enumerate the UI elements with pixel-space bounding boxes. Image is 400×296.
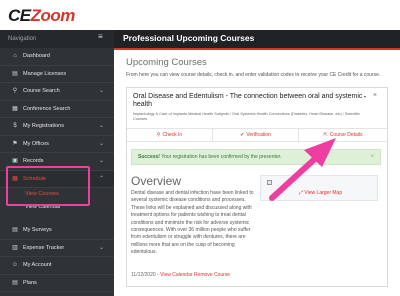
sidebar-header: Navigation ≡ (0, 30, 114, 48)
sidebar-item-expense-tracker[interactable]: ▥ Expense Tracker ⌄ (0, 240, 114, 257)
license-icon: ▤ (12, 70, 18, 77)
expand-icon: ⤢ (299, 190, 304, 196)
page-title: Upcoming Courses (126, 57, 207, 68)
survey-icon: ▤ (12, 227, 18, 233)
chevron-down-icon: ⌄ (98, 140, 104, 147)
calendar-icon: ▦ (12, 175, 18, 182)
sidebar-item-my-account[interactable]: ☺ My Account (0, 257, 114, 275)
overview-text: Dental disease and dental infection have… (131, 190, 254, 256)
course-actions: ⚲ Check In ✔ Verification ⇱ Course Details (127, 128, 387, 142)
sidebar-item-records[interactable]: ▣ Records ⌄ (0, 153, 114, 171)
sidebar-item-my-surveys[interactable]: ▤ My Surveys (0, 222, 114, 240)
close-icon[interactable]: × (370, 150, 374, 164)
sidebar-subitem-view-calendar[interactable]: View Calendar (0, 201, 114, 214)
close-icon[interactable]: × (373, 92, 377, 99)
map-marker-icon: ⚲ (156, 132, 161, 138)
course-title: Oral Disease and Edentulism - The connec… (133, 93, 363, 109)
course-details-button[interactable]: ⇱ Course Details (299, 129, 387, 142)
view-larger-map-link[interactable]: ⤢ View Larger Map (299, 190, 342, 196)
expense-icon: ▥ (12, 244, 18, 251)
course-footer: 11/12/2020 - View Calendar Remove Course (131, 272, 230, 278)
map-panel: ⤢ View Larger Map (260, 175, 378, 201)
alert-strong: Success! (138, 154, 160, 160)
sidebar-item-dashboard[interactable]: ⌂ Dashboard (0, 48, 114, 66)
verification-button[interactable]: ✔ Verification (213, 129, 299, 142)
header-title: Professional Upcoming Courses (123, 33, 255, 43)
external-link-icon: ⇱ (323, 132, 328, 138)
sidebar-item-course-search[interactable]: ⚲ Course Search ⌄ (0, 83, 114, 101)
sidebar-item-plans[interactable]: ▤ Plans (0, 275, 114, 292)
sidebar-header-label: Navigation (8, 36, 37, 42)
view-calendar-link[interactable]: View Calendar (160, 272, 192, 278)
chevron-down-icon: ⌄ (98, 244, 104, 251)
broken-image-icon (267, 180, 272, 185)
logo-bar: CEZoom (0, 0, 400, 28)
hamburger-icon[interactable]: ≡ (98, 33, 104, 41)
chevron-down-icon: ⌄ (98, 88, 104, 94)
conference-icon: ▦ (12, 105, 18, 112)
chevron-down-icon: ⌄ (98, 123, 104, 129)
success-alert: Success! Your registration has been conf… (131, 149, 381, 165)
search-icon: ⚲ (12, 88, 18, 94)
course-date: 11/12/2020 - (131, 272, 161, 278)
sidebar: Navigation ≡ ⌂ Dashboard ▤ Manage Licenses… (0, 30, 114, 296)
caret-down-icon[interactable]: ▾ (364, 94, 366, 99)
user-icon: ☺ (11, 262, 19, 268)
dollar-icon: $ (13, 123, 17, 129)
check-icon: ✔ (240, 132, 245, 138)
sidebar-subitem-view-courses[interactable]: View Courses (0, 188, 114, 201)
records-icon: ▣ (12, 158, 18, 164)
sidebar-item-my-registrations[interactable]: $ My Registrations ⌄ (0, 118, 114, 136)
course-categories: Implantology & Care of Implants,Medical … (133, 112, 361, 121)
ce-zoom-logo[interactable]: CEZoom (8, 6, 75, 26)
page-description: From here you can view course details, c… (126, 72, 381, 78)
overview-heading: Overview (131, 174, 182, 188)
chevron-up-icon: ⌃ (98, 175, 104, 182)
home-icon: ⌂ (13, 53, 17, 59)
top-bar: Professional Upcoming Courses (114, 30, 400, 48)
sidebar-item-manage-licenses[interactable]: ▤ Manage Licenses (0, 66, 114, 83)
remove-course-link[interactable]: Remove Course (194, 272, 230, 278)
check-in-button[interactable]: ⚲ Check In (127, 129, 213, 142)
plans-icon: ▤ (12, 279, 18, 286)
offices-icon: ⚑ (12, 140, 18, 147)
sidebar-item-conference-search[interactable]: ▦ Conference Search (0, 101, 114, 118)
sidebar-item-schedule[interactable]: ▦ Schedule ⌃ (0, 170, 114, 188)
alert-text: Your registration has been confirmed by … (159, 154, 282, 160)
course-card: Oral Disease and Edentulism - The connec… (126, 87, 388, 287)
sidebar-item-my-offices[interactable]: ⚑ My Offices ⌄ (0, 136, 114, 153)
chevron-down-icon: ⌄ (98, 158, 104, 164)
header-divider (114, 48, 400, 50)
